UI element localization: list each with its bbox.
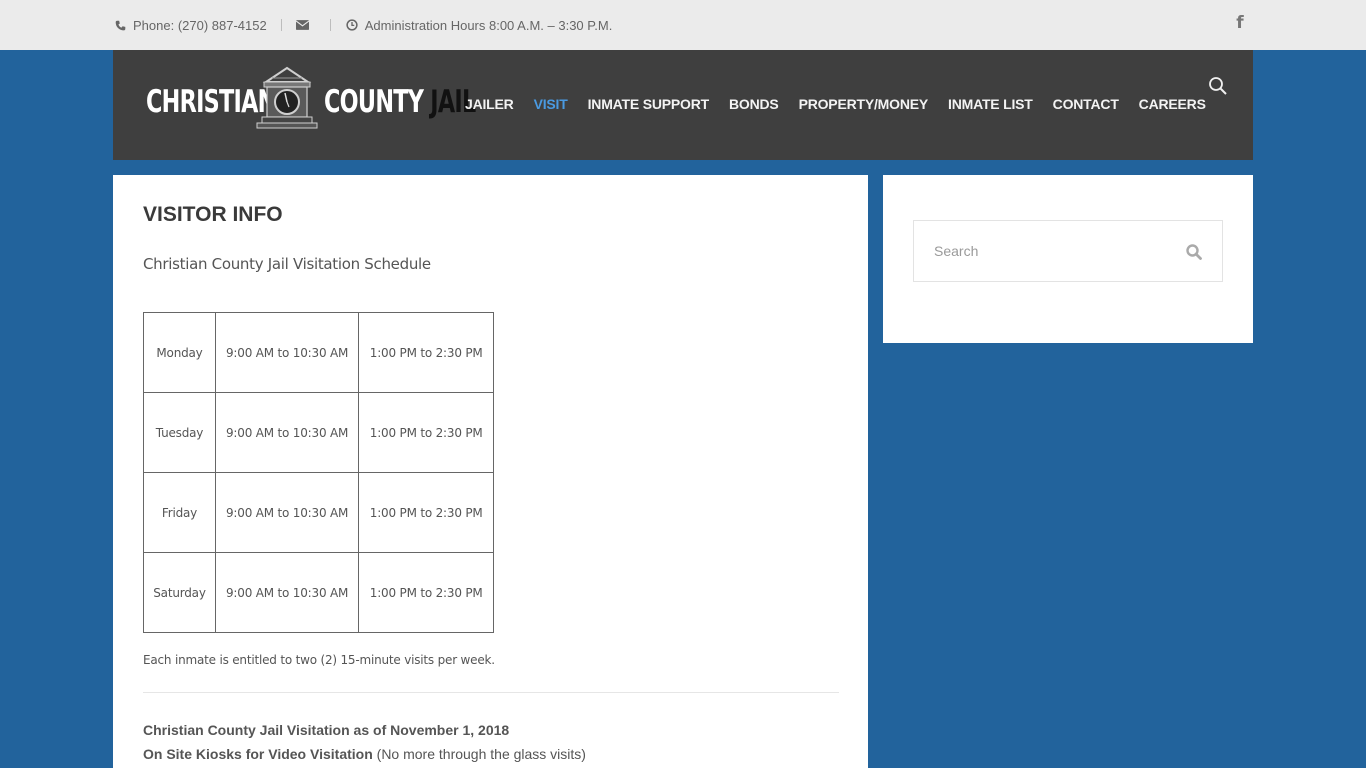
schedule-subtitle: Christian County Jail Visitation Schedul… — [143, 255, 431, 273]
search-input[interactable] — [934, 241, 1164, 261]
morning-cell: 9:00 AM to 10:30 AM — [214, 392, 360, 473]
morning-cell: 9:00 AM to 10:30 AM — [214, 312, 360, 393]
nav-inmate-list[interactable]: INMATE LIST — [948, 96, 1033, 112]
morning-cell: 9:00 AM to 10:30 AM — [214, 552, 360, 633]
nav-inmate-support[interactable]: INMATE SUPPORT — [588, 96, 710, 112]
afternoon-cell: 1:00 PM to 2:30 PM — [358, 392, 495, 473]
day-cell: Saturday — [143, 552, 216, 633]
morning-cell: 9:00 AM to 10:30 AM — [214, 472, 360, 553]
admin-hours: Administration Hours 8:00 A.M. – 3:30 P.… — [364, 17, 613, 33]
search-icon[interactable] — [1208, 76, 1228, 96]
main-nav: JAILER VISIT INMATE SUPPORT BONDS PROPER… — [465, 96, 1226, 112]
day-cell: Monday — [143, 312, 216, 393]
day-cell: Friday — [143, 472, 216, 553]
visitation-schedule-table: Monday 9:00 AM to 10:30 AM 1:00 PM to 2:… — [143, 312, 495, 633]
sidebar-search — [913, 220, 1223, 282]
visit-limit-note: Each inmate is entitled to two (2) 15-mi… — [143, 653, 495, 667]
kiosk-info: On Site Kiosks for Video Visitation (No … — [143, 746, 586, 762]
horizontal-divider — [143, 692, 839, 693]
table-row: Monday 9:00 AM to 10:30 AM 1:00 PM to 2:… — [143, 312, 495, 393]
day-cell: Tuesday — [143, 392, 216, 473]
phone-icon — [113, 18, 127, 32]
nav-careers[interactable]: CAREERS — [1139, 96, 1206, 112]
nav-visit[interactable]: VISIT — [534, 96, 568, 112]
nav-bonds[interactable]: BONDS — [729, 96, 779, 112]
page-title: VISITOR INFO — [143, 203, 283, 226]
sidebar — [883, 175, 1253, 343]
nav-jailer[interactable]: JAILER — [465, 96, 514, 112]
clock-icon — [345, 18, 359, 32]
envelope-icon[interactable] — [296, 18, 310, 32]
afternoon-cell: 1:00 PM to 2:30 PM — [358, 312, 495, 393]
phone-number[interactable]: Phone: (270) 887-4152 — [133, 18, 267, 33]
table-row: Friday 9:00 AM to 10:30 AM 1:00 PM to 2:… — [143, 472, 495, 553]
facebook-icon[interactable]: f — [1233, 13, 1247, 33]
divider — [280, 19, 282, 31]
kiosk-info-rest: (No more through the glass visits) — [372, 746, 586, 762]
site-header: CHRISTIAN COUNTY JAIL JAILER VISIT INMAT… — [113, 50, 1253, 160]
nav-property-money[interactable]: PROPERTY/MONEY — [799, 96, 929, 112]
search-icon[interactable] — [1185, 243, 1203, 261]
divider — [329, 19, 331, 31]
top-info-bar: Phone: (270) 887-4152 Administration Hou… — [0, 0, 1366, 50]
site-logo[interactable]: CHRISTIAN COUNTY JAIL — [146, 64, 476, 134]
kiosk-info-bold: On Site Kiosks for Video Visitation — [143, 746, 373, 762]
clock-tower-icon — [256, 66, 318, 129]
afternoon-cell: 1:00 PM to 2:30 PM — [358, 472, 495, 553]
logo-text-county-jail: COUNTY JAIL — [324, 84, 476, 120]
table-row: Saturday 9:00 AM to 10:30 AM 1:00 PM to … — [143, 552, 495, 633]
main-content: VISITOR INFO Christian County Jail Visit… — [113, 175, 868, 768]
table-row: Tuesday 9:00 AM to 10:30 AM 1:00 PM to 2… — [143, 392, 495, 473]
afternoon-cell: 1:00 PM to 2:30 PM — [358, 552, 495, 633]
visitation-date-heading: Christian County Jail Visitation as of N… — [143, 722, 510, 738]
nav-contact[interactable]: CONTACT — [1053, 96, 1119, 112]
logo-county: COUNTY — [324, 84, 424, 120]
